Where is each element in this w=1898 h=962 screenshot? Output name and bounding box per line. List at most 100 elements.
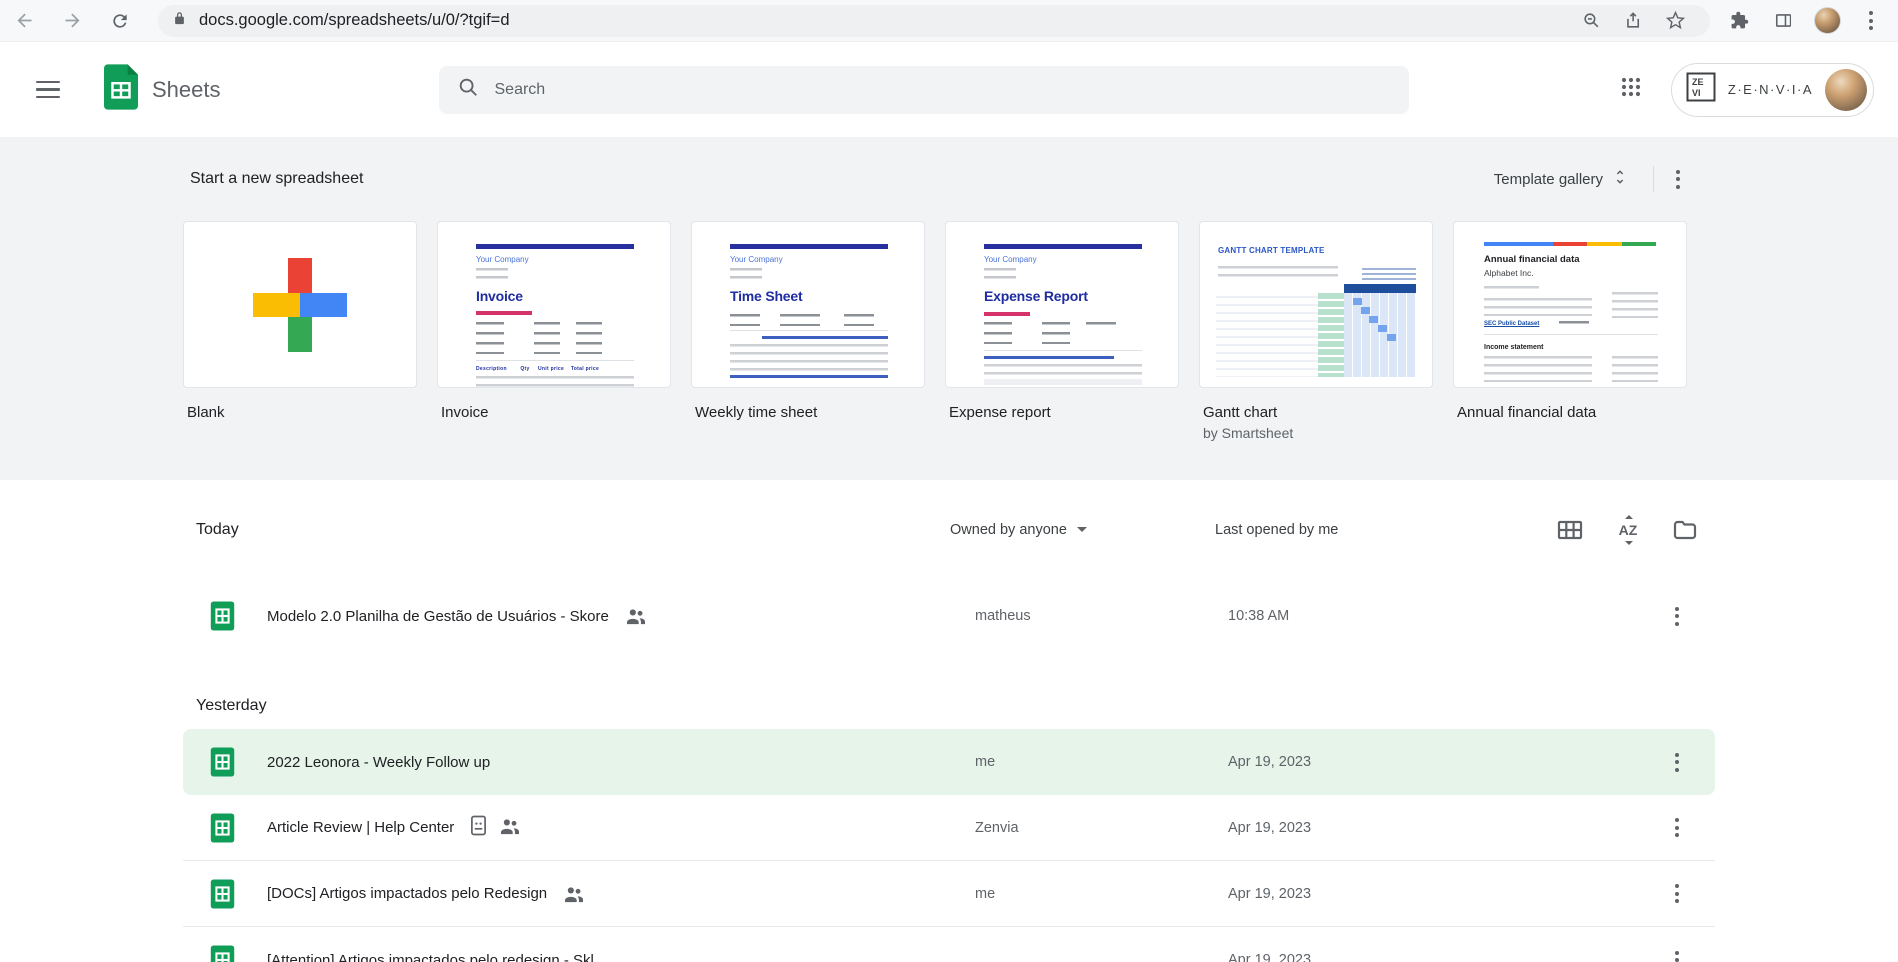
doc-divider	[984, 350, 1142, 351]
template-expense-thumb[interactable]: Your Company Expense Report	[945, 221, 1179, 388]
doc-divider	[730, 330, 888, 331]
doc-company: Your Company	[730, 255, 783, 264]
row-more-icon[interactable]	[1655, 745, 1698, 780]
doc-table-rows	[730, 344, 888, 372]
doc-address-lines	[984, 268, 1016, 284]
owned-by-label: Owned by anyone	[950, 521, 1067, 538]
file-title: Modelo 2.0 Planilha de Gestão de Usuário…	[267, 607, 609, 625]
doc-company: Your Company	[476, 255, 529, 264]
owned-by-dropdown[interactable]: Owned by anyone	[950, 522, 1215, 538]
template-label: Expense report	[949, 404, 1051, 421]
template-timesheet-thumb[interactable]: Your Company Time Sheet	[691, 221, 925, 388]
template-invoice-thumb[interactable]: Your Company Invoice Description Qty Uni…	[437, 221, 671, 388]
gantt-note-lines	[1362, 268, 1416, 280]
template-sublabel: by Smartsheet	[1203, 425, 1294, 441]
file-list: Today Owned by anyone Last opened by me …	[0, 503, 1898, 962]
zoom-page-icon[interactable]	[1570, 11, 1612, 30]
shared-people-icon	[625, 607, 647, 625]
row-more-icon[interactable]	[1655, 876, 1698, 911]
file-owner: me	[975, 754, 996, 770]
file-row-highlighted[interactable]: 2022 Leonora - Weekly Follow up me Apr 1…	[183, 729, 1715, 795]
doc-topbar	[730, 244, 888, 249]
row-more-icon[interactable]	[1655, 810, 1698, 845]
gantt-timeline-header	[1344, 284, 1416, 293]
template-gallery-button[interactable]: Template gallery	[1486, 162, 1637, 196]
apps-grid-icon[interactable]	[1619, 75, 1643, 104]
url-text[interactable]: docs.google.com/spreadsheets/u/0/?tgif=d	[199, 11, 1570, 30]
address-bar[interactable]: docs.google.com/spreadsheets/u/0/?tgif=d	[158, 4, 1710, 37]
doc-fields	[534, 322, 560, 354]
account-avatar[interactable]	[1825, 68, 1867, 111]
template-section: Start a new spreadsheet Template gallery…	[0, 137, 1898, 480]
file-date: Apr 19, 2023	[1228, 754, 1312, 770]
file-date: Apr 19, 2023	[1228, 885, 1312, 902]
folder-icon[interactable]	[1673, 520, 1697, 540]
doc-fields	[730, 314, 760, 326]
caret-down-icon	[1076, 527, 1087, 532]
template-blank-thumb[interactable]	[183, 221, 417, 388]
file-owner: me	[975, 885, 996, 902]
doc-fields	[1042, 322, 1070, 344]
template-annual-thumb[interactable]: Annual financial data Alphabet Inc. SEC …	[1453, 221, 1687, 388]
lock-icon[interactable]	[172, 11, 187, 31]
doc-fields	[780, 314, 820, 326]
file-row[interactable]: Article Review | Help Center Zenvia Apr …	[183, 795, 1715, 861]
more-options-icon[interactable]	[1670, 164, 1686, 195]
doc-red-note	[476, 311, 532, 315]
browser-menu-icon[interactable]	[1852, 5, 1890, 36]
row-more-icon[interactable]	[1655, 943, 1698, 962]
search-input[interactable]	[492, 79, 1391, 100]
doc-address-lines	[476, 268, 508, 284]
account-switcher[interactable]: ZE VI Z·E·N·V·I·A	[1670, 62, 1874, 117]
gantt-fields	[1218, 266, 1338, 278]
template-cards: Blank Your Company Invoice Description Q…	[0, 221, 1898, 441]
browser-avatar[interactable]	[1808, 7, 1846, 34]
doc-table-rows	[1484, 356, 1592, 382]
file-date: Apr 19, 2023	[1228, 819, 1312, 836]
file-title: Article Review | Help Center	[267, 819, 455, 836]
file-owner: Zenvia	[975, 819, 1019, 836]
sheets-file-icon	[210, 878, 267, 909]
brand-name: Z·E·N·V·I·A	[1727, 82, 1813, 97]
sheets-file-icon	[210, 812, 267, 843]
file-date: 10:38 AM	[1228, 608, 1290, 624]
file-row[interactable]: Modelo 2.0 Planilha de Gestão de Usuário…	[183, 583, 1715, 649]
template-expense: Your Company Expense Report Expense repo…	[945, 221, 1179, 441]
bookmark-star-icon[interactable]	[1654, 11, 1696, 30]
gantt-timeline-columns	[1344, 293, 1416, 377]
sort-az-icon[interactable]: AZ	[1615, 514, 1641, 545]
grid-view-icon[interactable]	[1557, 519, 1583, 541]
row-more-icon[interactable]	[1655, 599, 1698, 634]
header-right: ZE VI Z·E·N·V·I·A	[1619, 62, 1874, 117]
doc-paragraph	[1612, 356, 1658, 382]
sheets-file-icon	[210, 945, 267, 962]
extensions-icon[interactable]	[1720, 11, 1758, 30]
template-gantt-thumb[interactable]: GANTT CHART TEMPLATE	[1199, 221, 1433, 388]
browser-toolbar: docs.google.com/spreadsheets/u/0/?tgif=d	[0, 0, 1898, 42]
share-icon[interactable]	[1612, 11, 1654, 30]
side-panel-icon[interactable]	[1764, 11, 1802, 30]
template-gallery-label: Template gallery	[1493, 170, 1603, 188]
doc-address-lines	[730, 268, 762, 284]
file-row[interactable]: [Attention] Artigos impactados pelo rede…	[183, 927, 1715, 962]
reload-icon[interactable]	[96, 11, 144, 31]
doc-company: Your Company	[984, 255, 1037, 264]
divider	[1653, 166, 1654, 192]
file-date: Apr 19, 2023	[1228, 952, 1312, 962]
shared-drive-badge-icon	[470, 815, 487, 840]
template-blank: Blank	[183, 221, 417, 441]
file-title: [DOCs] Artigos impactados pelo Redesign	[267, 885, 548, 902]
file-row[interactable]: [DOCs] Artigos impactados pelo Redesign …	[183, 861, 1715, 927]
doc-color-bar	[1484, 242, 1656, 246]
forward-icon[interactable]	[48, 10, 96, 31]
app-title[interactable]: Sheets	[104, 64, 221, 115]
template-label: Blank	[187, 404, 225, 421]
doc-fields	[1086, 322, 1116, 332]
doc-topbar	[984, 244, 1142, 249]
template-annual: Annual financial data Alphabet Inc. SEC …	[1453, 221, 1687, 441]
main-menu-icon[interactable]	[36, 80, 60, 99]
search-bar[interactable]	[438, 65, 1409, 114]
back-icon[interactable]	[0, 10, 48, 31]
doc-paragraph	[1484, 286, 1539, 294]
template-label: Weekly time sheet	[695, 404, 818, 421]
